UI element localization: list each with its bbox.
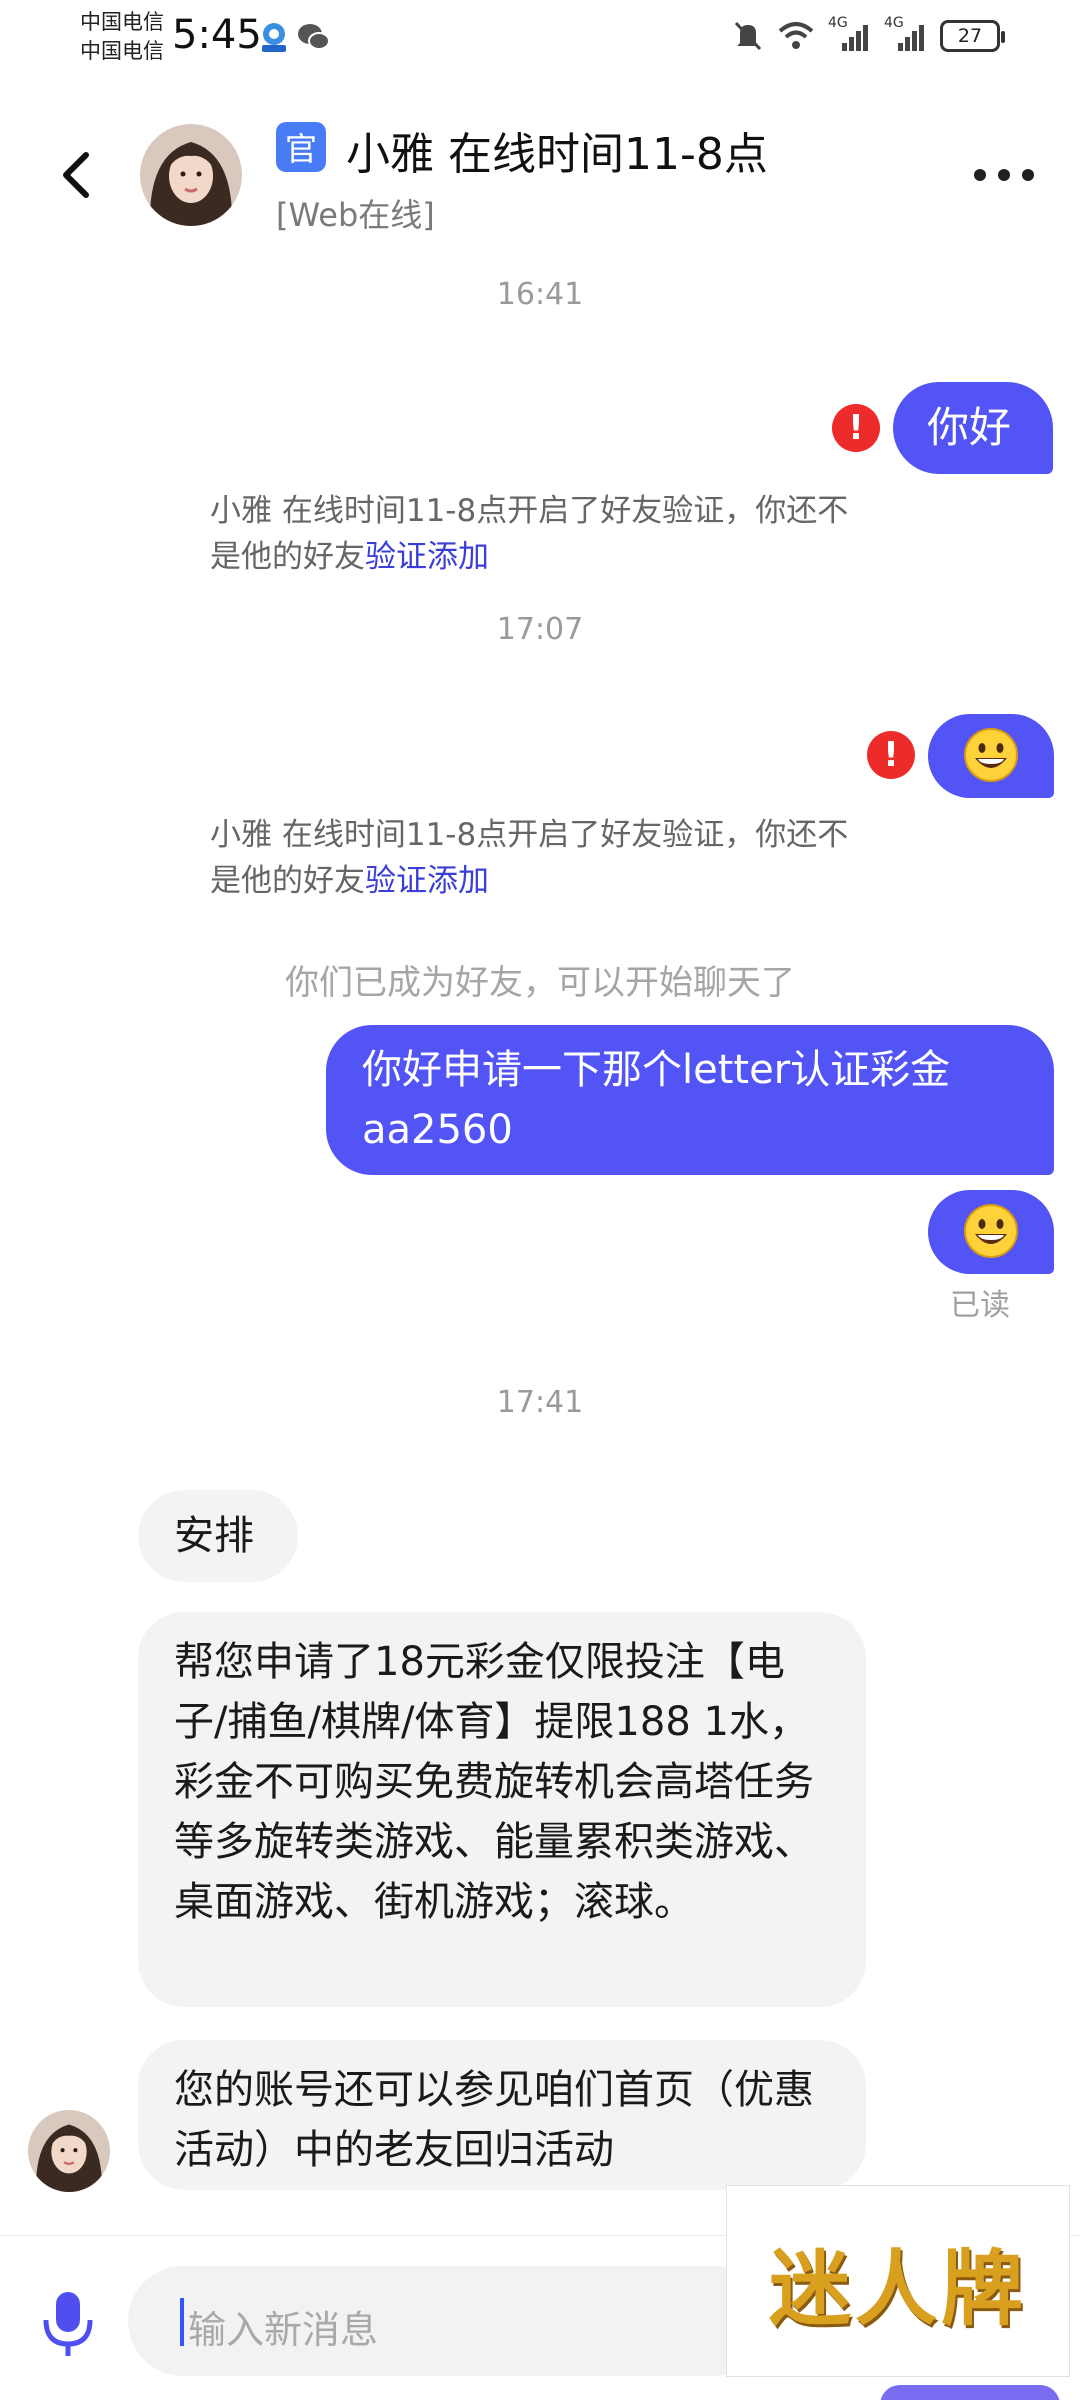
read-receipt: 已读 [950,1288,1010,1323]
carrier-labels: 中国电信 中国电信 [80,8,164,66]
app-notification-icon [262,23,286,52]
notice-text: 小雅 在线时间11-8点开启了好友验证，你还不是他的好友 [210,817,849,899]
clock: 5:45 [172,12,262,58]
online-status: [Web在线] [276,196,435,234]
send-failed-icon[interactable]: ! [832,404,880,452]
grinning-face-emoji-icon [964,1204,1018,1258]
verify-add-link[interactable]: 验证添加 [365,863,489,899]
timestamp: 17:41 [496,1385,584,1420]
watermark-overlay: 迷人牌 [726,2185,1070,2377]
official-badge: 官 [276,122,326,172]
status-icons: 4G 4G 27 [732,14,1005,58]
grinning-face-emoji-icon [964,728,1018,782]
sender-avatar[interactable] [28,2110,110,2192]
verify-add-link[interactable]: 验证添加 [365,539,489,575]
incoming-message[interactable]: 您的账号还可以参见咱们首页（优惠活动）中的老友回归活动 [138,2040,866,2190]
timestamp: 17:07 [496,612,584,647]
carrier-2: 中国电信 [80,39,164,63]
network-label-1: 4G [828,15,848,31]
chat-header: 官 小雅 在线时间11-8点 [Web在线] [0,100,1080,250]
outgoing-emoji-message[interactable] [928,1190,1054,1274]
outgoing-message[interactable]: 你好 [893,382,1053,474]
wifi-icon [778,22,814,49]
timestamp: 16:41 [496,277,584,312]
wechat-icon [298,24,330,50]
carrier-1: 中国电信 [80,10,164,34]
contact-avatar[interactable] [140,124,242,226]
chat-title: 小雅 在线时间11-8点 [346,129,768,180]
battery-indicator: 27 [940,20,1005,52]
message-input[interactable]: 输入新消息 [128,2266,768,2376]
incoming-message[interactable]: 帮您申请了18元彩金仅限投注【电子/捕鱼/棋牌/体育】提限188 1水，彩金不可… [138,1612,866,2007]
outgoing-message[interactable]: 你好申请一下那个letter认证彩金aa2560 [326,1025,1054,1175]
microphone-icon[interactable] [40,2288,96,2360]
signal-2: 4G [884,15,928,53]
avatar-portrait [28,2110,110,2192]
signal-1: 4G [828,15,872,53]
back-arrow-icon[interactable] [50,145,100,205]
incoming-message[interactable]: 安排 [138,1490,298,1582]
friend-verification-notice: 小雅 在线时间11-8点开启了好友验证，你还不是他的好友验证添加 [210,812,860,904]
notice-text: 小雅 在线时间11-8点开启了好友验证，你还不是他的好友 [210,493,849,575]
input-placeholder: 输入新消息 [188,2308,379,2352]
network-label-2: 4G [884,15,904,31]
outgoing-emoji-message[interactable] [928,714,1054,798]
watermark-text: 迷人牌 [768,2240,1027,2337]
send-failed-icon[interactable]: ! [867,731,915,779]
status-bar: 中国电信 中国电信 5:45 4G 4G 27 [0,0,1080,80]
more-options-icon[interactable] [974,162,1034,188]
system-message: 你们已成为好友，可以开始聊天了 [285,963,795,1003]
friend-verification-notice: 小雅 在线时间11-8点开启了好友验证，你还不是他的好友验证添加 [210,488,860,580]
send-button-partial[interactable] [880,2385,1060,2400]
mute-bell-icon [734,21,762,51]
avatar-portrait [140,124,242,226]
text-caret [180,2298,184,2346]
